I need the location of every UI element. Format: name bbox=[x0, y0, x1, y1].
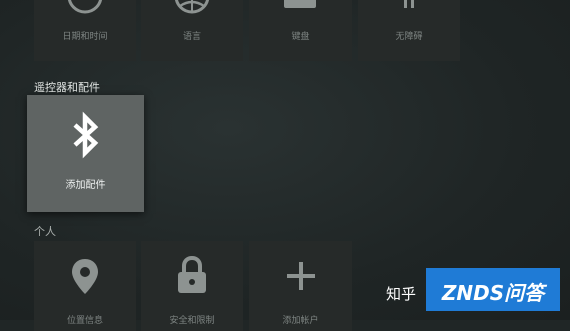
tile-label: 日期和时间 bbox=[62, 32, 108, 42]
tile-language[interactable]: 语言 bbox=[141, 0, 243, 61]
bluetooth-icon bbox=[73, 111, 99, 159]
tile-date-time[interactable]: 日期和时间 bbox=[34, 0, 136, 61]
globe-icon bbox=[174, 0, 210, 14]
lock-icon bbox=[178, 255, 206, 293]
tile-label: 语言 bbox=[182, 32, 201, 42]
znds-watermark: ZNDS问答 bbox=[426, 268, 560, 311]
tile-label: 键盘 bbox=[291, 32, 310, 42]
tile-add-account[interactable]: 添加帐户 bbox=[249, 241, 352, 331]
plus-icon bbox=[287, 262, 315, 290]
tile-label: 无障碍 bbox=[395, 32, 423, 42]
keyboard-icon bbox=[284, 0, 316, 8]
tile-accessibility[interactable]: 无障碍 bbox=[358, 0, 460, 61]
accessibility-icon bbox=[404, 0, 414, 8]
section-title-personal: 个人 bbox=[34, 225, 56, 238]
clock-icon bbox=[67, 0, 103, 14]
add-accessory-tile[interactable]: 添加配件 bbox=[27, 95, 144, 212]
tile-keyboard[interactable]: 键盘 bbox=[249, 0, 352, 61]
znds-watermark-text: ZNDS问答 bbox=[441, 281, 545, 305]
section-title-remote: 遥控器和配件 bbox=[34, 81, 100, 94]
tile-location[interactable]: 位置信息 bbox=[34, 241, 136, 331]
location-pin-icon bbox=[72, 259, 98, 294]
add-accessory-label: 添加配件 bbox=[65, 180, 106, 191]
zhihu-watermark: 知乎 bbox=[386, 285, 417, 303]
tile-security[interactable]: 安全和限制 bbox=[141, 241, 243, 331]
